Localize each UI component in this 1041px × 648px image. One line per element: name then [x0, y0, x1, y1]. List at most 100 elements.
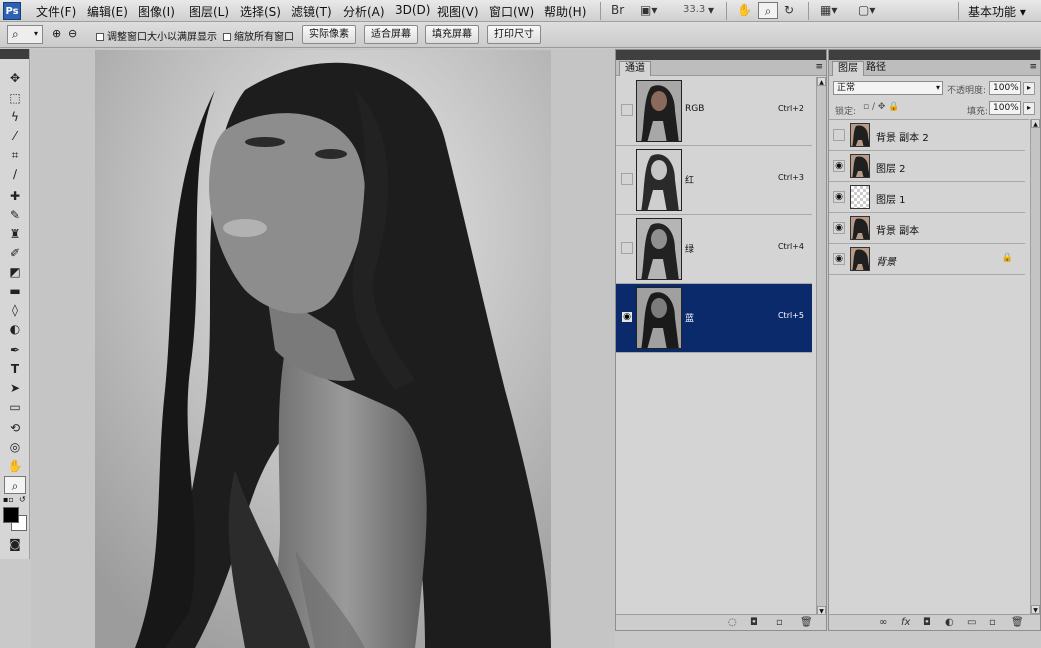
brush-tool-icon[interactable]: ✎	[4, 206, 26, 224]
fill-screen-button[interactable]: 填充屏幕	[425, 25, 479, 44]
adjustment-layer-icon[interactable]: ◐	[945, 617, 954, 628]
new-channel-icon[interactable]: ▫	[776, 617, 783, 628]
dodge-tool-icon[interactable]: ◐	[4, 320, 26, 338]
layers-panel-header[interactable]	[829, 50, 1040, 60]
fill-slider-icon[interactable]: ▸	[1023, 102, 1035, 115]
fit-screen-button[interactable]: 适合屏幕	[364, 25, 418, 44]
link-layers-icon[interactable]: ∞	[879, 617, 887, 628]
visibility-toggle[interactable]	[621, 104, 633, 116]
eraser-tool-icon[interactable]: ◩	[4, 263, 26, 281]
rotate-view-icon[interactable]: ↻	[784, 2, 794, 19]
eye-icon[interactable]: ◉	[833, 160, 845, 172]
layer-row[interactable]: ◉ 图层 2	[829, 151, 1025, 182]
menu-image[interactable]: 图像(I)	[138, 3, 175, 20]
eye-icon[interactable]: ◉	[833, 222, 845, 234]
tab-layers[interactable]: 图层	[832, 61, 864, 76]
eye-icon[interactable]: ◉	[833, 191, 845, 203]
3d-rotate-tool-icon[interactable]: ⟲	[4, 419, 26, 437]
trash-icon[interactable]: 🗑	[800, 617, 813, 628]
menu-edit[interactable]: 编辑(E)	[87, 3, 128, 20]
add-mask-icon[interactable]: ◘	[923, 617, 931, 628]
tools-panel-header[interactable]	[0, 49, 29, 59]
type-tool-icon[interactable]: T	[4, 360, 26, 378]
menu-layer[interactable]: 图层(L)	[189, 3, 229, 20]
actual-pixels-button[interactable]: 实际像素	[302, 25, 356, 44]
channel-row-red[interactable]: 红 Ctrl+3	[616, 146, 812, 215]
shape-tool-icon[interactable]: ▭	[4, 398, 26, 416]
zoom-out-icon[interactable]: ⊖	[68, 27, 77, 40]
screen-mode-icon[interactable]: ▢▾	[858, 2, 875, 19]
eyedropper-tool-icon[interactable]: ∕	[4, 165, 26, 183]
layer-row[interactable]: ◉ 背景 副本	[829, 213, 1025, 244]
load-selection-icon[interactable]: ◌	[728, 617, 737, 628]
resize-windows-checkbox[interactable]: 调整窗口大小以满屏显示	[96, 28, 217, 43]
menu-file[interactable]: 文件(F)	[36, 3, 76, 20]
scroll-down-icon[interactable]: ▼	[1031, 605, 1040, 614]
new-layer-icon[interactable]: ▫	[989, 617, 996, 628]
channel-row-green[interactable]: 绿 Ctrl+4	[616, 215, 812, 284]
clone-stamp-tool-icon[interactable]: ♜	[4, 225, 26, 243]
tool-preset-picker[interactable]: ⌕ ▾	[7, 25, 43, 44]
visibility-toggle[interactable]	[621, 173, 633, 185]
channels-panel-header[interactable]	[616, 50, 826, 60]
gradient-tool-icon[interactable]: ▬	[4, 282, 26, 300]
layer-row[interactable]: ◉ 图层 1	[829, 182, 1025, 213]
arrange-documents-icon[interactable]: ▦▾	[820, 2, 837, 19]
opacity-slider-icon[interactable]: ▸	[1023, 82, 1035, 95]
screen-layout-icon[interactable]: ▣▾	[640, 2, 657, 19]
move-tool-icon[interactable]: ✥	[4, 69, 26, 87]
quick-mask-icon[interactable]: ◙	[4, 535, 26, 553]
zoom-tool-icon[interactable]: ⌕	[4, 476, 26, 494]
channel-row-rgb[interactable]: RGB Ctrl+2	[616, 77, 812, 146]
zoom-level[interactable]: 33.3	[683, 4, 705, 15]
lock-options-icon[interactable]: ▫ ∕ ✥ 🔒	[863, 102, 899, 112]
blend-mode-select[interactable]: 正常 ▾	[833, 81, 943, 95]
visibility-toggle[interactable]	[621, 242, 633, 254]
hand-tool-icon[interactable]: ✋	[4, 457, 26, 475]
bridge-icon[interactable]: Br	[611, 2, 624, 19]
layer-row[interactable]: 背景 副本 2	[829, 120, 1025, 151]
marquee-tool-icon[interactable]: ⬚	[4, 89, 26, 107]
panel-menu-icon[interactable]: ≡	[815, 62, 823, 72]
hand-tool-icon[interactable]: ✋	[737, 2, 752, 19]
channels-scrollbar[interactable]: ▲ ▼	[816, 77, 826, 615]
menu-analysis[interactable]: 分析(A)	[343, 3, 385, 20]
layers-scrollbar[interactable]: ▲ ▼	[1030, 119, 1040, 614]
blur-tool-icon[interactable]: ◊	[4, 301, 26, 319]
fx-icon[interactable]: fx	[901, 617, 910, 628]
3d-orbit-tool-icon[interactable]: ◎	[4, 438, 26, 456]
menu-select[interactable]: 选择(S)	[240, 3, 281, 20]
quick-selection-tool-icon[interactable]: ⁄	[4, 127, 26, 145]
menu-help[interactable]: 帮助(H)	[544, 3, 586, 20]
menu-filter[interactable]: 滤镜(T)	[291, 3, 332, 20]
save-selection-icon[interactable]: ◘	[750, 617, 758, 628]
zoom-in-icon[interactable]: ⊕	[52, 27, 61, 40]
zoom-tool-icon[interactable]: ⌕	[758, 2, 778, 19]
print-size-button[interactable]: 打印尺寸	[487, 25, 541, 44]
panel-menu-icon[interactable]: ≡	[1029, 62, 1037, 72]
zoom-all-windows-checkbox[interactable]: 缩放所有窗口	[223, 28, 294, 43]
workspace-switcher[interactable]: 基本功能 ▾	[968, 3, 1026, 20]
crop-tool-icon[interactable]: ⌗	[4, 146, 26, 164]
eye-icon[interactable]: ◉	[833, 253, 845, 265]
new-group-icon[interactable]: ▭	[967, 617, 976, 628]
menu-3d[interactable]: 3D(D)	[395, 3, 430, 17]
tab-paths[interactable]: 路径	[861, 61, 891, 76]
menu-view[interactable]: 视图(V)	[437, 3, 479, 20]
menu-window[interactable]: 窗口(W)	[489, 3, 534, 20]
swap-colors-icon[interactable]: ↺	[19, 495, 26, 504]
default-colors-icon[interactable]: ▪▫	[3, 495, 14, 504]
layer-row-background[interactable]: ◉ 背景 🔒	[829, 244, 1025, 275]
opacity-input[interactable]: 100%	[989, 81, 1021, 95]
document-canvas-area[interactable]	[31, 49, 615, 648]
eye-icon[interactable]: ◉	[621, 311, 633, 323]
trash-icon[interactable]: 🗑	[1011, 617, 1024, 628]
scroll-up-icon[interactable]: ▲	[817, 77, 826, 86]
portrait-photo[interactable]	[95, 50, 551, 648]
scroll-up-icon[interactable]: ▲	[1031, 119, 1040, 128]
fill-input[interactable]: 100%	[989, 101, 1021, 115]
healing-brush-tool-icon[interactable]: ✚	[4, 187, 26, 205]
lasso-tool-icon[interactable]: ϟ	[4, 108, 26, 126]
channel-row-blue[interactable]: ◉ 蓝 Ctrl+5	[616, 284, 812, 353]
visibility-toggle[interactable]	[833, 129, 845, 141]
